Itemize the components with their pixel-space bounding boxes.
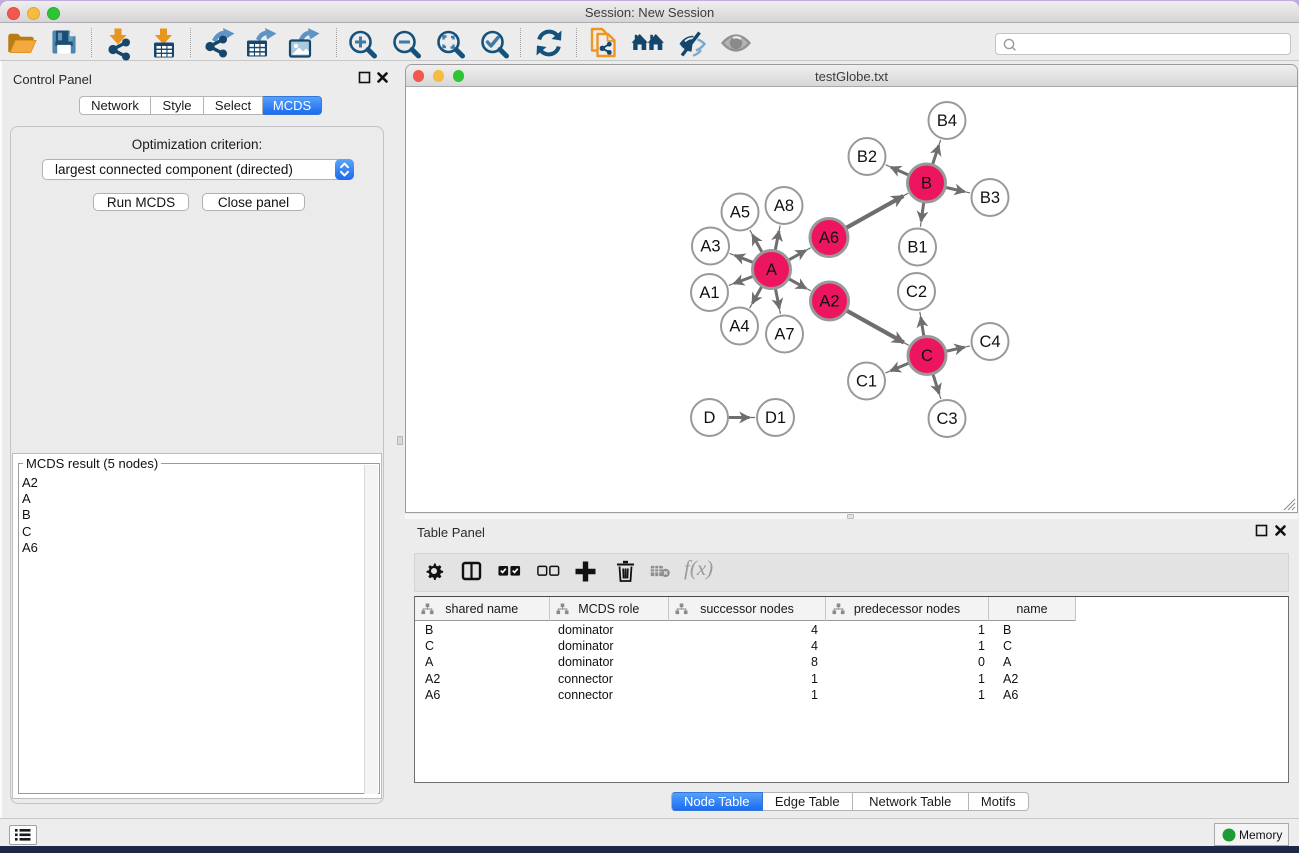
svg-text:A1: A1 (699, 284, 719, 302)
svg-text:A8: A8 (774, 197, 794, 215)
svg-text:A5: A5 (730, 204, 750, 222)
svg-text:D: D (704, 409, 716, 427)
svg-text:B2: B2 (857, 148, 877, 166)
svg-text:B: B (921, 175, 932, 193)
svg-text:C1: C1 (856, 373, 877, 391)
svg-text:C: C (921, 347, 933, 365)
svg-text:B1: B1 (907, 239, 927, 257)
svg-text:B3: B3 (980, 189, 1000, 207)
svg-text:A: A (766, 261, 777, 279)
svg-text:A4: A4 (729, 318, 749, 336)
svg-text:A7: A7 (774, 326, 794, 344)
svg-text:A6: A6 (819, 229, 839, 247)
svg-text:A3: A3 (700, 238, 720, 256)
svg-text:C2: C2 (906, 283, 927, 301)
svg-text:A2: A2 (819, 293, 839, 311)
svg-text:C3: C3 (936, 410, 957, 428)
svg-text:D1: D1 (765, 409, 786, 427)
svg-text:C4: C4 (979, 333, 1000, 351)
svg-text:B4: B4 (937, 112, 957, 130)
